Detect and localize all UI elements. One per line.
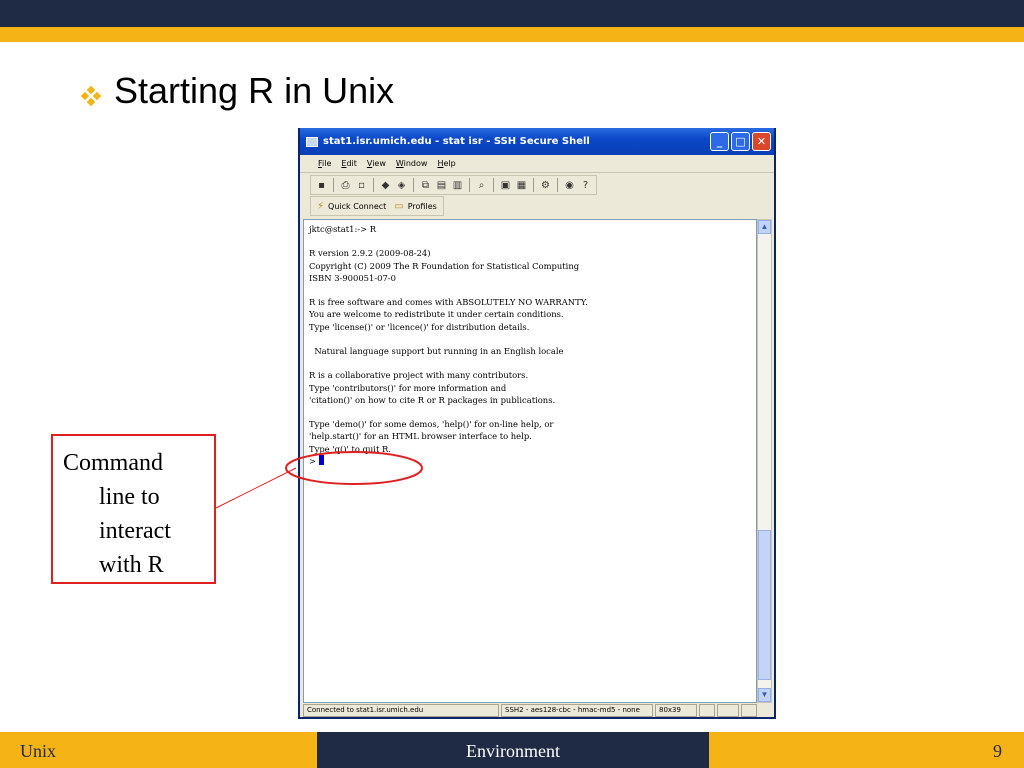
vertical-scrollbar[interactable]: ▲ ▼ <box>757 219 772 703</box>
command-prompt: > <box>309 455 319 466</box>
menu-file[interactable]: File <box>318 159 331 168</box>
status-cipher: SSH2 - aes128-cbc - hmac-md5 - none <box>501 704 653 717</box>
callout-line: Command <box>63 450 163 476</box>
status-size: 80x39 <box>655 704 697 717</box>
ssh-window: stat1.isr.umich.edu - stat isr - SSH Sec… <box>298 128 776 719</box>
menu-view[interactable]: View <box>367 159 386 168</box>
quick-connect-button[interactable]: ⚡ Quick Connect <box>317 201 386 212</box>
toolbar-separator <box>333 178 334 192</box>
terminal-area[interactable]: jktc@stat1:-> R R version 2.9.2 (2009-08… <box>303 219 757 703</box>
window-title: stat1.isr.umich.edu - stat isr - SSH Sec… <box>323 136 590 147</box>
window-titlebar[interactable]: stat1.isr.umich.edu - stat isr - SSH Sec… <box>300 128 774 155</box>
disconnect-icon[interactable]: ◈ <box>395 179 408 192</box>
callout-line: with R <box>99 552 164 578</box>
callout-line: interact <box>99 518 171 544</box>
close-icon[interactable]: ✕ <box>752 132 771 151</box>
connect-icon[interactable]: ◆ <box>379 179 392 192</box>
profiles-button[interactable]: ▭ Profiles <box>394 201 437 212</box>
toolbar-separator <box>493 178 494 192</box>
minimize-icon[interactable]: _ <box>710 132 729 151</box>
scrollbar-thumb[interactable] <box>758 530 771 680</box>
footer-topic: Unix <box>0 732 317 768</box>
status-connection: Connected to stat1.isr.umich.edu <box>303 704 499 717</box>
find-icon[interactable]: ⌕ <box>475 179 488 192</box>
menu-help[interactable]: Help <box>437 159 455 168</box>
callout-connector-line <box>215 467 297 509</box>
top-bar <box>0 0 1024 27</box>
terminal-app-icon <box>306 136 318 147</box>
context-help-icon[interactable]: ? <box>579 179 592 192</box>
menu-bar: File Edit View Window Help <box>300 155 774 173</box>
copy-icon[interactable]: ⧉ <box>419 179 432 192</box>
toolbar: ▪ ⎙ ▫ ◆ ◈ ⧉ ▤ ▥ ⌕ ▣ ▦ ⚙ ◉ ? <box>310 175 597 195</box>
scroll-down-icon[interactable]: ▼ <box>758 688 771 702</box>
top-stripe <box>0 27 1024 42</box>
toolbar-separator <box>557 178 558 192</box>
settings-icon[interactable]: ⚙ <box>539 179 552 192</box>
page-number: 9 <box>709 732 1024 768</box>
status-empty <box>699 704 715 717</box>
toolbar-separator <box>469 178 470 192</box>
file-transfer-icon[interactable]: ▦ <box>515 179 528 192</box>
save-icon[interactable]: ▪ <box>315 179 328 192</box>
folder-icon: ▭ <box>394 200 404 212</box>
menu-edit[interactable]: Edit <box>341 159 357 168</box>
paste-special-icon[interactable]: ▥ <box>451 179 464 192</box>
diamond-bullet-icon <box>80 85 102 107</box>
scroll-up-icon[interactable]: ▲ <box>758 220 771 234</box>
quick-connect-label: Quick Connect <box>328 201 387 211</box>
help-book-icon[interactable]: ◉ <box>563 179 576 192</box>
print-icon[interactable]: ⎙ <box>339 179 352 192</box>
menu-window[interactable]: Window <box>396 159 428 168</box>
lock-icon <box>717 704 739 717</box>
toolbar-separator <box>533 178 534 192</box>
maximize-icon[interactable]: □ <box>731 132 750 151</box>
new-terminal-icon[interactable]: ▣ <box>499 179 512 192</box>
profiles-label: Profiles <box>407 201 437 211</box>
toolbar-separator <box>413 178 414 192</box>
terminal-output-text: jktc@stat1:-> R R version 2.9.2 (2009-08… <box>309 224 588 454</box>
paste-icon[interactable]: ▤ <box>435 179 448 192</box>
quick-connect-icon: ⚡ <box>317 200 325 212</box>
toolbar-separator <box>373 178 374 192</box>
callout-box: Command line to interact with R <box>51 434 216 584</box>
terminal-output: jktc@stat1:-> R R version 2.9.2 (2009-08… <box>309 223 751 467</box>
status-bar: Connected to stat1.isr.umich.edu SSH2 - … <box>303 704 773 717</box>
window-controls: _ □ ✕ <box>710 132 771 151</box>
callout-line: line to <box>99 484 160 510</box>
footer-section: Environment <box>317 732 709 768</box>
print-preview-icon[interactable]: ▫ <box>355 179 368 192</box>
footer: Unix Environment 9 <box>0 732 1024 768</box>
text-cursor <box>318 454 324 465</box>
status-empty <box>741 704 757 717</box>
slide-title: Starting R in Unix <box>114 70 395 111</box>
quick-connect-bar: ⚡ Quick Connect ▭ Profiles <box>310 196 444 216</box>
